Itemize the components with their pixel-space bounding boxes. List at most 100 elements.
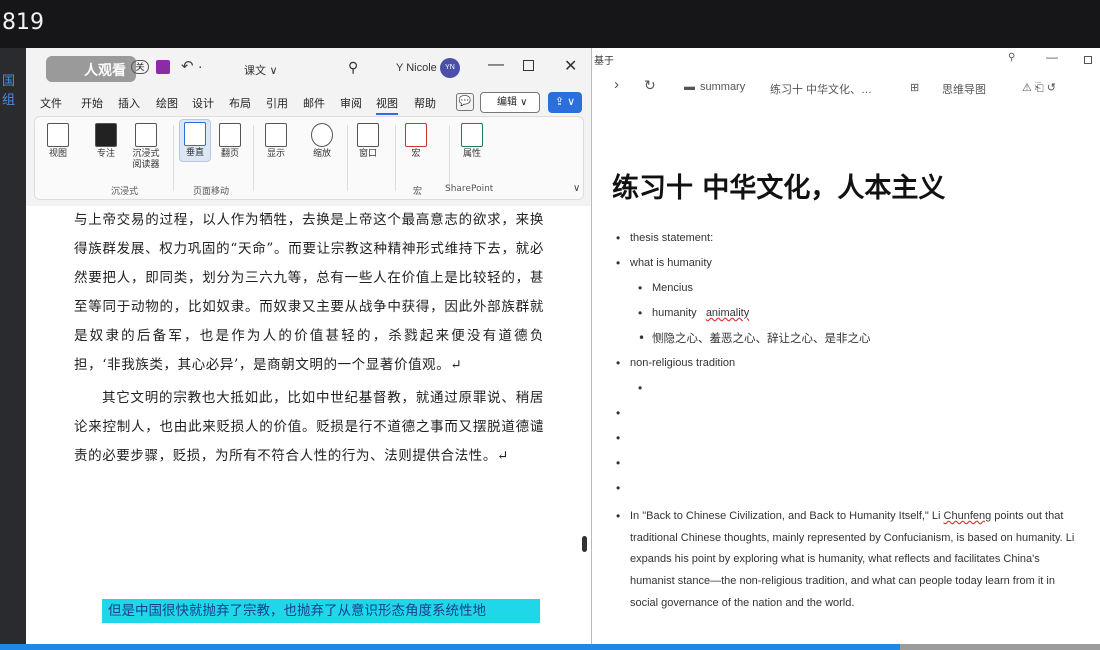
ribbon-focus-button[interactable]: 专注 [95, 123, 117, 160]
layout-icon[interactable]: ⊞ [910, 81, 919, 94]
tab-design[interactable]: 设计 [192, 95, 214, 111]
progress-bar-track [900, 644, 1100, 650]
vertical-icon [184, 122, 206, 146]
list-item-thesis[interactable]: thesis statement: [614, 229, 1084, 254]
save-icon[interactable] [156, 60, 170, 74]
notes-maximize-button[interactable] [1084, 56, 1092, 64]
notes-minimize-button[interactable]: — [1046, 50, 1058, 64]
avatar[interactable]: YN [440, 58, 460, 78]
word-title-bar: 人观看 关 ↶ · 课文 ∨ ⚲ Y Nicole YN — ✕ [26, 48, 591, 88]
notes-title-bar: 基于 ⚲ — [592, 48, 1100, 70]
list-item-four-hearts[interactable]: 恻隐之心、羞恶之心、辞让之心、是非之心 [636, 329, 1084, 354]
list-item-empty[interactable] [636, 379, 1084, 404]
list-item-nonreligious[interactable]: non-religious tradition [614, 354, 1084, 379]
autosave-toggle[interactable]: 关 [131, 60, 149, 74]
comment-button[interactable]: 💬 [456, 93, 474, 111]
list-item-humanity-animality[interactable]: humanity animality [636, 304, 1084, 329]
ribbon-window-button[interactable]: 窗口 [357, 123, 379, 160]
document-text: 与上帝交易的过程，以人作为牺牲，去换是上帝这个最高意志的欲求，来换得族群发展、权… [74, 206, 544, 471]
tab-insert[interactable]: 插入 [118, 95, 140, 111]
pages-icon [219, 123, 241, 147]
ribbon-divider [347, 125, 348, 191]
zoom-icon [311, 123, 333, 147]
note-outline[interactable]: thesis statement: what is humanity Menci… [614, 229, 1084, 615]
editing-mode-button[interactable]: 编辑 ∨ [480, 92, 540, 113]
properties-icon [461, 123, 483, 147]
minimize-button[interactable]: — [488, 56, 504, 74]
pin-icon[interactable]: ⚲ [1008, 52, 1015, 63]
macro-icon [405, 123, 427, 147]
list-item-empty[interactable] [614, 429, 1084, 454]
ribbon-reader-button[interactable]: 沉浸式 阅读器 [129, 123, 163, 171]
tool-icons[interactable]: ⚠ ⎗ ↺ [1022, 81, 1056, 95]
show-icon [265, 123, 287, 147]
ribbon-vertical-button[interactable]: 垂直 [179, 119, 211, 162]
author-name: Chunfeng [943, 510, 992, 522]
highlighted-text: 但是中国很快就抛弃了宗教，也抛弃了从意识形态角度系统性地 [102, 599, 540, 623]
tab-review[interactable]: 审阅 [340, 95, 362, 111]
list-item-empty[interactable] [614, 404, 1084, 429]
scrollbar-thumb[interactable] [582, 536, 587, 552]
view-ribbon: 视图 专注 沉浸式 阅读器 垂直 翻页 显示 缩放 窗口 宏 属性 沉浸式 页面… [34, 116, 584, 200]
ribbon-divider [395, 125, 396, 191]
window-icon [357, 123, 379, 147]
summary-paragraph[interactable]: In "Back to Chinese Civilization, and Ba… [614, 506, 1084, 615]
watermark-logo: 人观看 [46, 56, 136, 82]
breadcrumb-folder[interactable]: summary [700, 81, 745, 93]
tab-draw[interactable]: 绘图 [156, 95, 178, 111]
ribbon-macro-button[interactable]: 宏 [405, 123, 427, 160]
tab-view[interactable]: 视图 [376, 95, 398, 115]
notes-window: 基于 ⚲ — › ↻ ▬ summary 练习十 中华文化、… ⊞ 思维导图 ⚠… [592, 48, 1100, 644]
tab-help[interactable]: 帮助 [414, 95, 436, 111]
overlay-counter: 819 [2, 10, 44, 35]
list-item-empty[interactable] [614, 454, 1084, 479]
notes-title-fragment: 基于 [594, 56, 614, 67]
tab-home[interactable]: 开始 [81, 95, 103, 111]
forward-icon[interactable]: › [614, 76, 619, 93]
user-name: Y Nicole [396, 62, 437, 74]
group-label-immersive: 沉浸式 [111, 187, 139, 197]
list-item-humanity[interactable]: what is humanity [614, 254, 1084, 279]
progress-bar [0, 644, 900, 650]
group-label-sharepoint: SharePoint [445, 184, 494, 194]
paragraph-2: 其它文明的宗教也大抵如此，比如中世纪基督教，就通过原罪说、稍居论来控制人，也由此… [74, 390, 544, 464]
maximize-button[interactable] [523, 60, 534, 71]
tab-references[interactable]: 引用 [266, 95, 288, 111]
reader-icon [135, 123, 157, 147]
ribbon-divider [449, 125, 450, 191]
left-strip: 国组 [0, 48, 26, 650]
ribbon-view-button[interactable]: 视图 [47, 123, 69, 160]
top-bar: 819 [0, 0, 1100, 48]
undo-icon[interactable]: ↶ · [181, 57, 203, 75]
focus-icon [95, 123, 117, 147]
list-item-empty[interactable] [614, 479, 1084, 504]
word-menu-bar: 文件 开始 插入 绘图 设计 布局 引用 邮件 审阅 视图 帮助 💬 编辑 ∨ … [26, 90, 591, 116]
list-item-mencius[interactable]: Mencius [636, 279, 1084, 304]
ribbon-divider [253, 125, 254, 191]
folder-icon: ▬ [684, 81, 695, 93]
document-area[interactable]: 与上帝交易的过程，以人作为牺牲，去换是上帝这个最高意志的欲求，来换得族群发展、权… [26, 206, 591, 644]
view-icon [47, 123, 69, 147]
ribbon-zoom-button[interactable]: 缩放 [311, 123, 333, 160]
refresh-icon[interactable]: ↻ [644, 77, 656, 94]
misspelled-word[interactable]: animality [706, 307, 749, 319]
paragraph-1: 与上帝交易的过程，以人作为牺牲，去换是上帝这个最高意志的欲求，来换得族群发展、权… [74, 212, 544, 373]
ribbon-properties-button[interactable]: 属性 [461, 123, 483, 160]
ribbon-show-button[interactable]: 显示 [265, 123, 287, 160]
tab-mailings[interactable]: 邮件 [303, 95, 325, 111]
ribbon-divider [173, 125, 174, 191]
tab-layout[interactable]: 布局 [229, 95, 251, 111]
left-strip-label: 国组 [2, 74, 16, 108]
ribbon-pages-button[interactable]: 翻页 [219, 123, 241, 160]
group-label-macro: 宏 [413, 187, 423, 197]
close-button[interactable]: ✕ [564, 56, 577, 76]
share-button[interactable]: ⇪ ∨ [548, 92, 582, 113]
tab-file[interactable]: 文件 [40, 95, 62, 111]
document-name[interactable]: 课文 ∨ [244, 62, 278, 78]
breadcrumb-note[interactable]: 练习十 中华文化、… [770, 81, 872, 97]
notes-nav-bar: › ↻ ▬ summary 练习十 中华文化、… ⊞ 思维导图 ⚠ ⎗ ↺ [592, 76, 1100, 102]
search-icon[interactable]: ⚲ [348, 59, 358, 76]
note-title: 练习十 中华文化，人本主义 [612, 173, 946, 204]
collapse-ribbon-icon[interactable]: ∨ [573, 183, 580, 194]
mindmap-button[interactable]: 思维导图 [942, 81, 986, 97]
